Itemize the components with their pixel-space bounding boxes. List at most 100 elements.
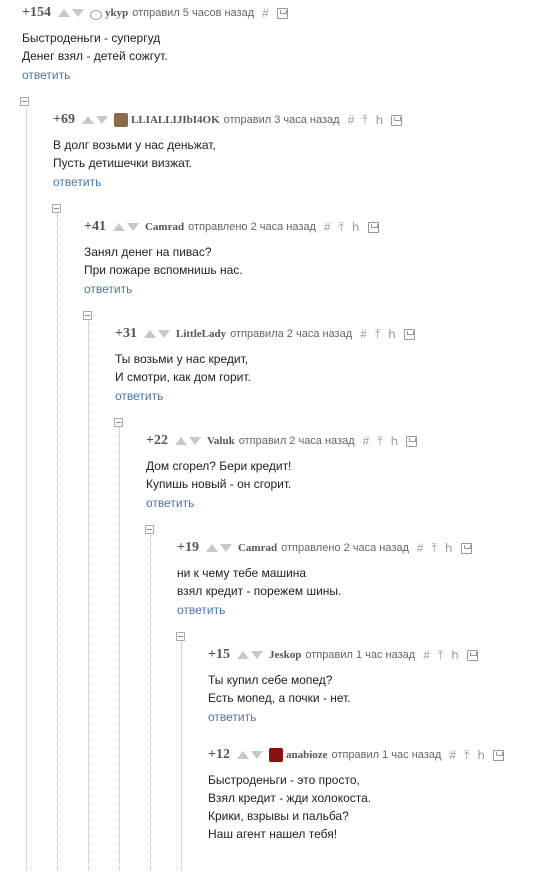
arrow-down-icon[interactable] xyxy=(157,330,170,338)
comment-author[interactable]: LittleLady xyxy=(176,328,226,340)
parent-arrow-icon[interactable]: ⤒ xyxy=(464,749,469,761)
parent-arrow-icon[interactable]: ⤒ xyxy=(438,649,443,661)
arrow-down-icon[interactable] xyxy=(219,544,232,552)
thread-line xyxy=(88,319,89,870)
parent-arrow-icon[interactable]: ⤒ xyxy=(339,221,344,233)
collapse-branch-icon[interactable] xyxy=(114,418,123,427)
reply-link[interactable]: ответить xyxy=(146,496,194,510)
comment-timestamp: отправил 5 часов назад xyxy=(132,7,255,19)
save-icon[interactable] xyxy=(403,328,415,340)
comment-header: +15 Jeskop отправил 1 час назад # ⤒ հ xyxy=(208,645,478,665)
arrow-down-icon[interactable] xyxy=(95,116,108,124)
comment-author[interactable]: ykyp xyxy=(105,7,128,19)
comment-header: +41 Camrad отправлено 2 часа назад # ⤒ հ xyxy=(84,217,379,237)
comment-line: ни к чему тебе машина xyxy=(177,566,307,580)
hash-link-icon[interactable]: # xyxy=(449,749,456,761)
reply-link[interactable]: ответить xyxy=(177,603,225,617)
collapse-branch-icon[interactable] xyxy=(20,97,29,106)
hash-link-icon[interactable]: # xyxy=(262,7,269,19)
parent-arrow-icon[interactable]: ⤒ xyxy=(375,328,380,340)
comment-line: взял кредит - порежем шины. xyxy=(177,584,342,598)
comment-author[interactable]: Jeskop xyxy=(269,649,301,661)
comment-author[interactable]: anabioze xyxy=(286,749,328,761)
comment-header: +12 anabioze отправил 1 час назад # ⤒ հ xyxy=(208,745,504,765)
parent-arrow-icon[interactable]: ⤒ xyxy=(377,435,382,447)
hash-link-icon[interactable]: # xyxy=(417,542,424,554)
comment-rating: +12 xyxy=(208,747,230,762)
comment-author[interactable]: Camrad xyxy=(145,221,184,233)
arrow-up-icon[interactable] xyxy=(112,223,125,231)
comment: +19 Camrad отправлено 2 часа назад # ⤒ հ ни к … xyxy=(177,538,472,619)
comment-author[interactable]: Camrad xyxy=(238,542,277,554)
comment-rating: +15 xyxy=(208,647,230,662)
comment-rating: +69 xyxy=(53,112,75,127)
arrow-up-icon[interactable] xyxy=(236,651,249,659)
comment-line: Наш агент нашел тебя! xyxy=(208,827,338,841)
reply-link[interactable]: ответить xyxy=(208,710,256,724)
comment-author[interactable]: LLIALLIJIbI4OK xyxy=(131,114,220,126)
parent-arrow-icon[interactable]: ⤒ xyxy=(432,542,437,554)
branch-icon[interactable]: հ xyxy=(388,328,396,340)
arrow-up-icon[interactable] xyxy=(81,116,94,124)
comment-line: В долг возьми у нас деньжат, xyxy=(53,138,216,152)
arrow-up-icon[interactable] xyxy=(205,544,218,552)
comment-line: Занял денег на пивас? xyxy=(84,245,212,259)
save-icon[interactable] xyxy=(406,435,418,447)
reply-link[interactable]: ответить xyxy=(53,175,101,189)
collapse-branch-icon[interactable] xyxy=(145,525,154,534)
comment-author[interactable]: Valuk xyxy=(207,435,235,447)
hash-link-icon[interactable]: # xyxy=(360,328,367,340)
branch-icon[interactable]: հ xyxy=(352,221,360,233)
arrow-down-icon[interactable] xyxy=(71,9,84,17)
comment-body: Ты возьми у нас кредит, И смотри, как дом… xyxy=(115,350,415,386)
save-icon[interactable] xyxy=(276,7,288,19)
comment: +15 Jeskop отправил 1 час назад # ⤒ հ Ты купил… xyxy=(208,645,478,726)
arrow-down-icon[interactable] xyxy=(250,651,263,659)
save-icon[interactable] xyxy=(367,221,379,233)
branch-icon[interactable]: հ xyxy=(451,649,459,661)
hash-link-icon[interactable]: # xyxy=(348,114,355,126)
reply-link[interactable]: ответить xyxy=(115,389,163,403)
branch-icon[interactable]: հ xyxy=(477,749,485,761)
thread-line xyxy=(26,105,27,870)
arrow-down-icon[interactable] xyxy=(188,437,201,445)
save-icon[interactable] xyxy=(492,749,504,761)
parent-arrow-icon[interactable]: ⤒ xyxy=(362,114,367,126)
arrow-up-icon[interactable] xyxy=(236,751,249,759)
save-icon[interactable] xyxy=(391,114,403,126)
avatar[interactable] xyxy=(89,9,102,20)
branch-icon[interactable]: հ xyxy=(391,435,399,447)
comment: +22 Valuk отправил 2 часа назад # ⤒ հ Дом сгор… xyxy=(146,431,418,512)
avatar[interactable] xyxy=(113,113,128,127)
arrow-up-icon[interactable] xyxy=(143,330,156,338)
arrow-down-icon[interactable] xyxy=(126,223,139,231)
save-icon[interactable] xyxy=(460,542,472,554)
collapse-branch-icon[interactable] xyxy=(176,632,185,641)
comment-body: Занял денег на пивас? При пожаре вспомниш… xyxy=(84,243,379,279)
branch-icon[interactable]: հ xyxy=(376,114,384,126)
comment-line: Ты купил себе мопед? xyxy=(208,673,333,687)
arrow-up-icon[interactable] xyxy=(57,9,70,17)
comment-timestamp: отправил 1 час назад xyxy=(305,649,416,661)
collapse-branch-icon[interactable] xyxy=(52,204,61,213)
comment-rating: +154 xyxy=(22,5,51,20)
comment-timestamp: отправлено 2 часа назад xyxy=(188,221,316,233)
thread-line xyxy=(181,640,182,870)
reply-link[interactable]: ответить xyxy=(22,68,70,82)
comment-body: Дом сгорел? Бери кредит! Купишь новый - о… xyxy=(146,457,417,493)
comment-body: В долг возьми у нас деньжат, Пусть детише… xyxy=(53,136,402,172)
collapse-branch-icon[interactable] xyxy=(83,311,92,320)
branch-icon[interactable]: հ xyxy=(445,542,453,554)
hash-link-icon[interactable]: # xyxy=(423,649,430,661)
comment-line: Быстроденьги - это просто, xyxy=(208,773,360,787)
arrow-down-icon[interactable] xyxy=(250,751,263,759)
thread-line xyxy=(119,426,120,870)
reply-link[interactable]: ответить xyxy=(84,282,132,296)
hash-link-icon[interactable]: # xyxy=(363,435,370,447)
comment: +154 ykyp отправил 5 часов назад # Быстроден… xyxy=(22,3,288,84)
avatar[interactable] xyxy=(268,748,283,762)
hash-link-icon[interactable]: # xyxy=(324,221,331,233)
comment-line: Пусть детишечки визжат. xyxy=(53,156,193,170)
save-icon[interactable] xyxy=(466,649,478,661)
arrow-up-icon[interactable] xyxy=(174,437,187,445)
